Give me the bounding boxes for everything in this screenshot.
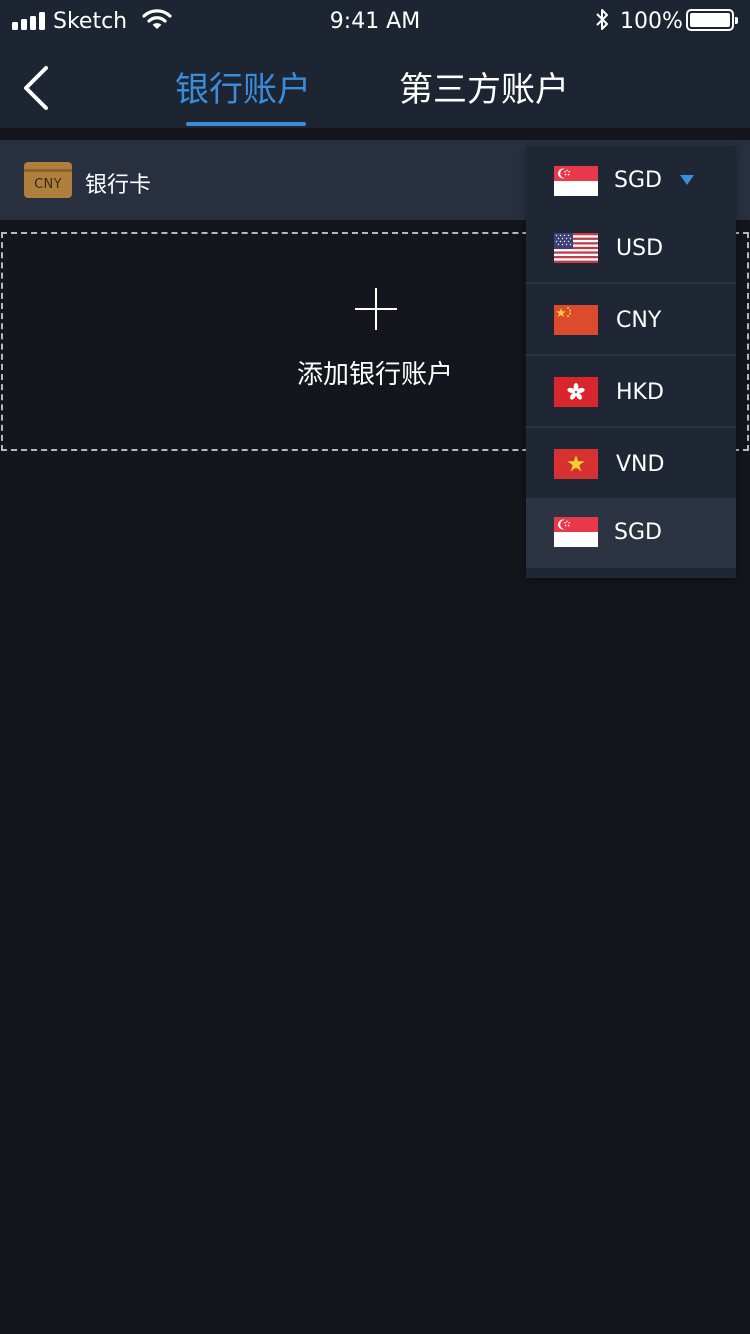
screen: Sketch 9:41 AM 100% 银行账户 第三方账户 CNY 银行卡 添… — [0, 0, 750, 1334]
selected-currency: SGD — [614, 168, 662, 193]
currency-option-label: HKD — [616, 380, 664, 405]
cn-flag-icon — [554, 305, 598, 335]
currency-option-hkd[interactable]: HKD — [526, 358, 736, 428]
tab-third-party-account[interactable]: 第三方账户 — [399, 62, 569, 111]
tab-bank-account[interactable]: 银行账户 — [175, 62, 311, 111]
us-flag-icon — [554, 233, 598, 263]
caret-down-icon — [680, 175, 694, 185]
bank-card-label: 银行卡 — [85, 173, 152, 198]
battery-percent: 100% — [620, 9, 683, 34]
currency-option-label: VND — [616, 452, 665, 477]
currency-option-label: SGD — [614, 520, 662, 545]
currency-option-cny[interactable]: CNY — [526, 286, 736, 356]
currency-option-usd[interactable]: USD — [526, 214, 736, 284]
plus-icon — [355, 288, 397, 330]
vn-flag-icon — [554, 449, 598, 479]
navigation-bar: 银行账户 第三方账户 — [0, 44, 750, 128]
active-tab-indicator — [186, 122, 306, 126]
currency-option-label: USD — [616, 236, 664, 261]
sg-flag-icon — [554, 166, 598, 196]
currency-option-label: CNY — [616, 308, 662, 333]
hk-flag-icon — [554, 377, 598, 407]
battery-level — [690, 13, 730, 27]
currency-option-sgd[interactable]: SGD — [526, 498, 736, 568]
currency-option-vnd[interactable]: VND — [526, 430, 736, 500]
card-currency-code: CNY — [34, 177, 62, 192]
back-button[interactable] — [18, 62, 58, 114]
sg-flag-icon — [554, 517, 598, 547]
bluetooth-icon — [596, 9, 608, 30]
battery-icon — [686, 9, 738, 31]
status-bar: Sketch 9:41 AM 100% — [0, 0, 750, 44]
bank-card-icon: CNY — [24, 162, 72, 198]
currency-select[interactable]: SGD — [526, 146, 736, 214]
currency-dropdown: SGD USD CNY HKD VND SGD — [526, 146, 736, 578]
chevron-left-icon — [24, 66, 48, 110]
